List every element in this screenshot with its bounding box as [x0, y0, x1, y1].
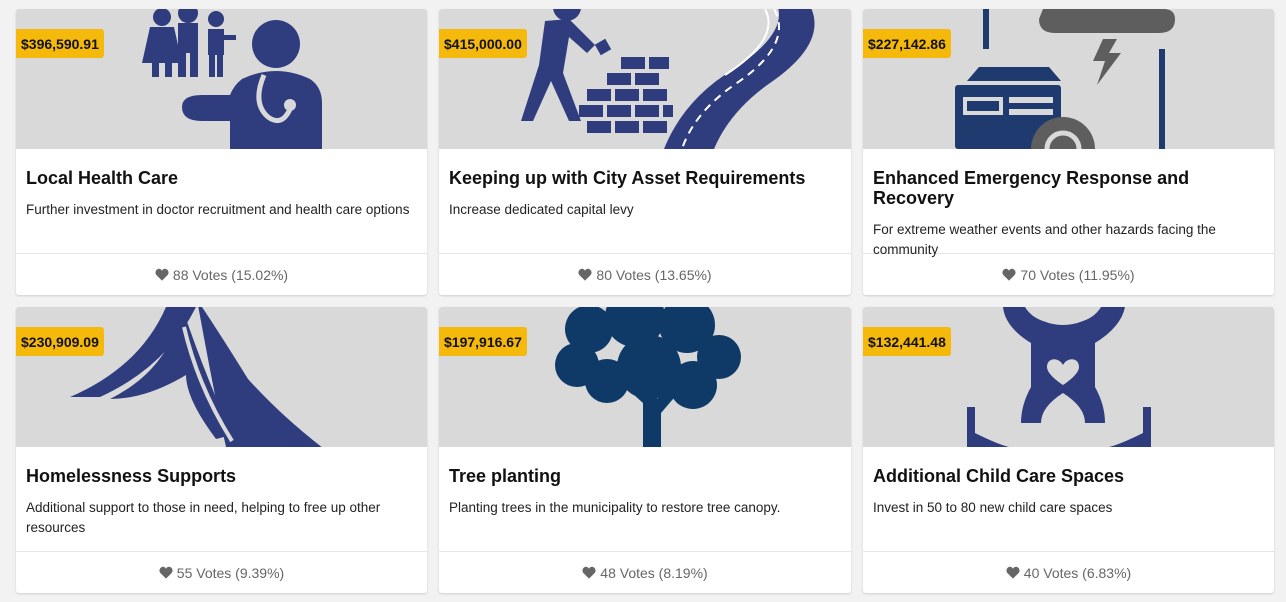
- project-image: $396,590.91: [16, 9, 427, 149]
- project-description: Additional support to those in need, hel…: [26, 500, 381, 535]
- vote-label: 48 Votes (8.19%): [600, 564, 708, 581]
- vote-label: 70 Votes (11.95%): [1020, 266, 1135, 283]
- project-card-local-health-care[interactable]: $396,590.91 Local Health Care Further in…: [16, 9, 427, 295]
- heart-icon: [155, 268, 169, 281]
- project-description: Further investment in doctor recruitment…: [26, 202, 410, 217]
- vote-label: 80 Votes (13.65%): [596, 266, 712, 283]
- price-badge: $227,142.86: [863, 29, 951, 58]
- project-body: Keeping up with City Asset Requirements …: [439, 149, 851, 254]
- vote-count[interactable]: 80 Votes (13.65%): [439, 254, 851, 295]
- heart-icon: [578, 268, 592, 281]
- project-description: Invest in 50 to 80 new child care spaces: [873, 500, 1113, 515]
- project-body: Additional Child Care Spaces Invest in 5…: [863, 447, 1274, 552]
- vote-label: 88 Votes (15.02%): [172, 266, 289, 283]
- project-image: $230,909.09: [16, 307, 427, 447]
- price-badge: $415,000.00: [439, 29, 527, 58]
- heart-icon: [1002, 268, 1016, 281]
- project-card-homelessness-supports[interactable]: $230,909.09 Homelessness Supports Additi…: [16, 307, 427, 593]
- heart-icon: [1006, 566, 1020, 579]
- vote-count[interactable]: 40 Votes (6.83%): [863, 552, 1274, 593]
- project-card-city-asset-requirements[interactable]: $415,000.00 Keeping up with City Asset R…: [439, 9, 851, 295]
- project-title: Tree planting: [449, 466, 562, 486]
- price-badge: $396,590.91: [16, 29, 104, 58]
- vote-count[interactable]: 88 Votes (15.02%): [16, 254, 427, 295]
- project-image: $415,000.00: [439, 9, 851, 149]
- project-body: Homelessness Supports Additional support…: [16, 447, 427, 552]
- project-title: Local Health Care: [26, 168, 179, 188]
- vote-count[interactable]: 70 Votes (11.95%): [863, 254, 1274, 295]
- project-body: Enhanced Emergency Response and Recovery…: [863, 149, 1274, 257]
- heart-icon: [582, 566, 596, 579]
- vote-count[interactable]: 48 Votes (8.19%): [439, 552, 851, 593]
- project-title: Keeping up with City Asset Requirements: [449, 168, 806, 188]
- project-card-tree-planting[interactable]: $197,916.67 Tree planting Planting trees…: [439, 307, 851, 593]
- project-image: $227,142.86: [863, 9, 1274, 149]
- project-image: $197,916.67: [439, 307, 851, 447]
- project-body: Tree planting Planting trees in the muni…: [439, 447, 851, 552]
- project-grid: $396,590.91 Local Health Care Further in…: [16, 9, 1274, 593]
- price-badge: $132,441.48: [863, 327, 951, 356]
- project-body: Local Health Care Further investment in …: [16, 149, 427, 254]
- project-card-emergency-response[interactable]: $227,142.86 Enhanced Emergency Response …: [863, 9, 1274, 295]
- price-badge: $230,909.09: [16, 327, 104, 356]
- project-title: Additional Child Care Spaces: [873, 466, 1125, 486]
- project-title: Homelessness Supports: [26, 466, 237, 486]
- project-title: Enhanced Emergency Response and Recovery: [873, 168, 1190, 208]
- price-badge: $197,916.67: [439, 327, 527, 356]
- vote-label: 40 Votes (6.83%): [1023, 564, 1132, 581]
- project-description: Planting trees in the municipality to re…: [449, 500, 781, 515]
- project-image: $132,441.48: [863, 307, 1274, 447]
- heart-icon: [159, 566, 173, 579]
- vote-count[interactable]: 55 Votes (9.39%): [16, 552, 427, 593]
- project-card-child-care-spaces[interactable]: $132,441.48 Additional Child Care Spaces…: [863, 307, 1274, 593]
- project-description: Increase dedicated capital levy: [449, 202, 634, 217]
- vote-label: 55 Votes (9.39%): [176, 564, 285, 581]
